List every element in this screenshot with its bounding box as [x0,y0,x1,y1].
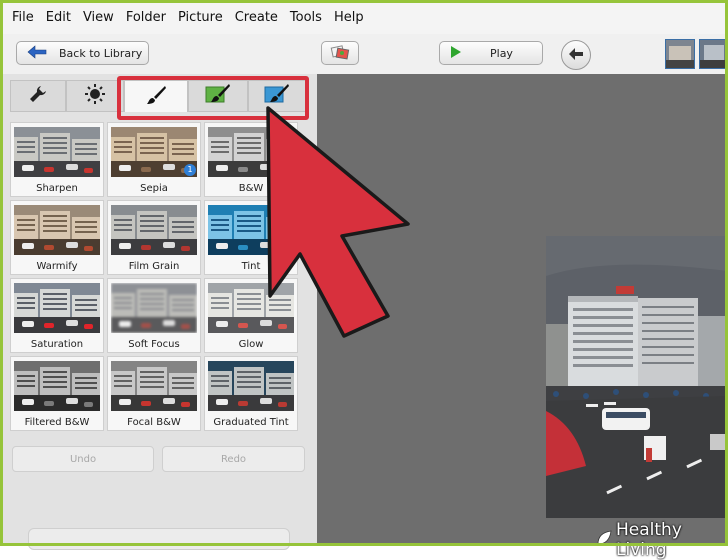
effect-label: Tint [241,261,261,272]
effect-thumbnail[interactable]: Warmify [10,200,104,275]
slideshow-button[interactable] [321,41,359,65]
effect-preview [208,205,294,255]
effect-preview [208,127,294,177]
effect-label: B&W [238,183,264,194]
effect-preview: 1 [111,127,197,177]
menu-file[interactable]: File [12,10,34,25]
filmstrip-thumbnail[interactable] [699,39,728,69]
effect-thumbnail[interactable]: Focal B&W [107,356,201,431]
redo-button[interactable]: Redo [162,446,305,472]
play-button[interactable]: Play [439,41,543,65]
menu-view[interactable]: View [83,10,114,25]
menu-tools[interactable]: Tools [290,10,322,25]
watermark: Healthy Living [596,520,728,560]
effect-preview [14,283,100,333]
effect-label: Focal B&W [127,417,181,428]
previous-button[interactable] [561,40,591,70]
tab-effects-2[interactable] [188,80,248,112]
menu-picture[interactable]: Picture [178,10,223,25]
back-to-library-button[interactable]: Back to Library [16,41,149,65]
effect-preview [111,283,197,333]
effect-thumbnail[interactable]: B&W [204,122,298,197]
brush-green-icon [205,83,231,109]
left-arrow-icon [568,46,584,65]
sun-icon [84,83,106,109]
menu-folder[interactable]: Folder [126,10,166,25]
effect-preview [208,283,294,333]
effect-thumbnail[interactable]: Glow [204,278,298,353]
panel-tabs [0,76,317,120]
effect-label: Soft Focus [128,339,180,350]
applied-count-badge: 1 [184,164,196,176]
menu-create[interactable]: Create [235,10,278,25]
toolbar: Back to Library Play [0,34,728,75]
watermark-text: Healthy Living [616,520,682,560]
effect-label: Glow [238,339,264,350]
menu-help[interactable]: Help [334,10,364,25]
filmstrip [665,39,728,69]
undo-button[interactable]: Undo [12,446,154,472]
effect-thumbnail[interactable]: Film Grain [107,200,201,275]
bottom-control[interactable] [28,528,290,550]
effect-thumbnail[interactable]: Graduated Tint [204,356,298,431]
effect-preview [111,361,197,411]
effect-label: Sharpen [36,183,78,194]
effect-label: Saturation [30,339,84,350]
effect-thumbnail[interactable]: Tint [204,200,298,275]
effect-thumbnail[interactable]: Soft Focus [107,278,201,353]
effect-label: Warmify [36,261,78,272]
effect-thumbnail[interactable]: Saturation [10,278,104,353]
brush-blue-icon [264,83,290,109]
tab-effects-1[interactable] [124,80,188,112]
effect-preview [111,205,197,255]
effects-panel: Sharpen 1 Sepia B&W Warmify Film Grain Tint Sat… [0,74,317,550]
effect-preview [14,127,100,177]
effect-thumbnail[interactable]: 1 Sepia [107,122,201,197]
effect-thumbnail[interactable]: Sharpen [10,122,104,197]
tab-tuning[interactable] [10,80,66,112]
tab-effects-3[interactable] [248,80,306,112]
menu-bar: File Edit View Folder Picture Create Too… [0,0,728,34]
photos-icon [330,44,350,63]
effect-label: Film Grain [128,261,180,272]
effect-thumbnail[interactable]: Filtered B&W [10,356,104,431]
tab-adjust[interactable] [66,80,124,112]
effect-label: Sepia [140,183,168,194]
menu-edit[interactable]: Edit [46,10,71,25]
main-photo [546,236,728,518]
back-arrow-icon [27,44,47,62]
wrench-icon [28,84,48,108]
play-label: Play [490,46,513,60]
leaf-icon [596,530,612,551]
effects-grid: Sharpen 1 Sepia B&W Warmify Film Grain Tint Sat… [10,122,306,431]
brush-icon [145,84,167,110]
play-icon [450,45,462,61]
effect-label: Graduated Tint [213,417,289,428]
effect-preview [14,205,100,255]
effect-label: Filtered B&W [24,417,90,428]
back-to-library-label: Back to Library [59,46,143,60]
effect-preview [14,361,100,411]
effect-preview [208,361,294,411]
filmstrip-thumbnail[interactable] [665,39,695,69]
